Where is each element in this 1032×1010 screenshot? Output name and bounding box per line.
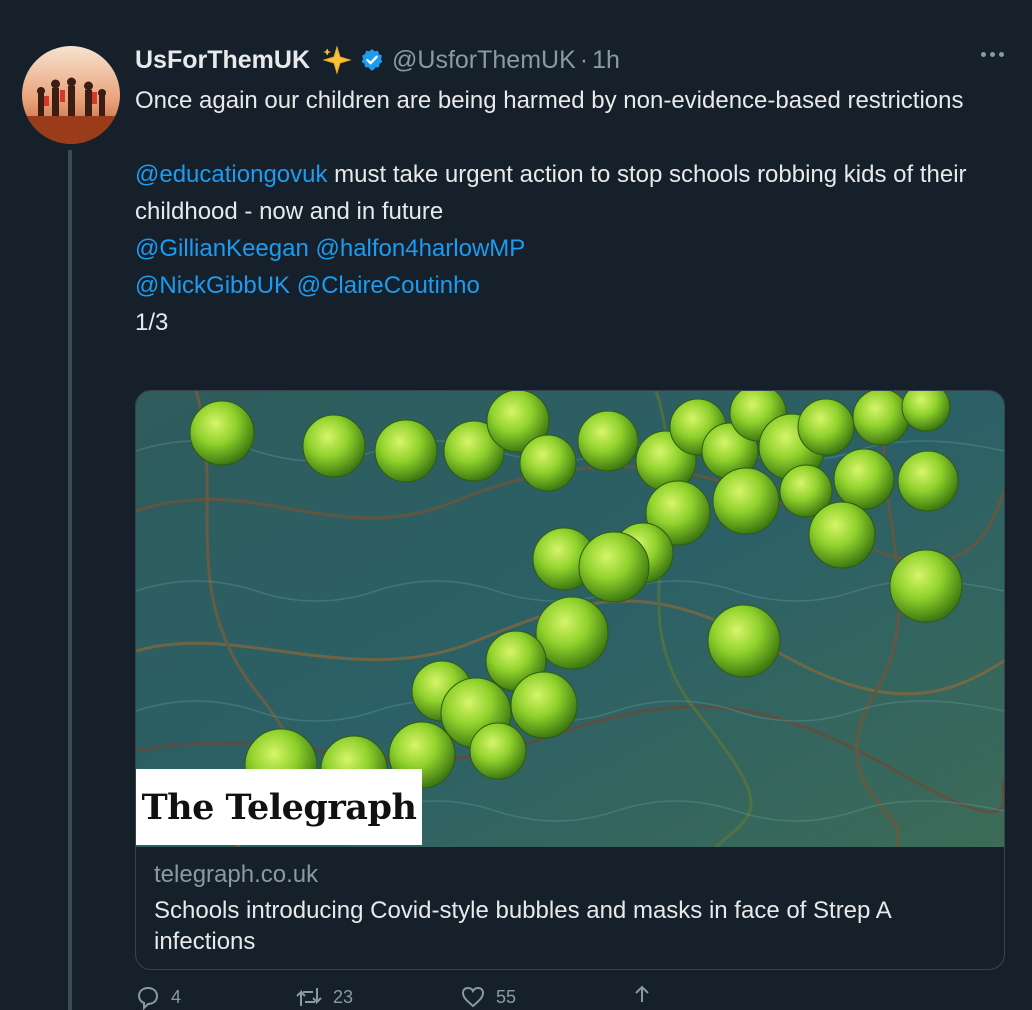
like-button[interactable]: 55 xyxy=(460,984,630,1010)
reply-button[interactable]: 4 xyxy=(135,984,295,1010)
handle[interactable]: @UsforThemUK xyxy=(392,46,576,75)
mention-halfon4harlowmp[interactable]: @halfon4harlowMP xyxy=(315,235,525,262)
tweet-header: UsForThemUK @UsforThemUK · 1h xyxy=(135,42,620,78)
tweet-line-1: Once again our children are being harmed… xyxy=(135,87,964,114)
link-card[interactable]: The Telegraph telegraph.co.uk Schools in… xyxy=(135,390,1005,970)
avatar[interactable] xyxy=(22,46,120,144)
mentions-line-1: @GillianKeegan @halfon4harlowMP xyxy=(135,230,1015,267)
thread-line xyxy=(68,150,72,1010)
retweet-count: 23 xyxy=(333,986,354,1007)
like-count: 55 xyxy=(496,986,517,1007)
avatar-image xyxy=(22,46,120,144)
heart-icon xyxy=(461,986,485,1008)
action-bar: 4 23 55 xyxy=(135,984,755,1010)
retweet-button[interactable]: 23 xyxy=(295,984,460,1010)
display-name[interactable]: UsForThemUK xyxy=(135,46,310,75)
verified-badge-icon[interactable] xyxy=(360,48,384,72)
mention-gilliankeegan[interactable]: @GillianKeegan xyxy=(135,235,309,262)
card-domain: telegraph.co.uk xyxy=(154,861,319,888)
more-options-icon[interactable] xyxy=(981,52,1004,57)
mention-educationgovuk[interactable]: @educationgovuk xyxy=(135,161,328,188)
tweet-line-2: @educationgovuk must take urgent action … xyxy=(135,156,1015,230)
timestamp[interactable]: 1h xyxy=(592,46,620,75)
reply-icon xyxy=(137,986,159,1010)
mention-nickgibbuk[interactable]: @NickGibbUK xyxy=(135,272,290,299)
reply-count: 4 xyxy=(171,986,182,1007)
thread-count: 1/3 xyxy=(135,309,169,336)
mention-clairecoutinho[interactable]: @ClaireCoutinho xyxy=(297,272,480,299)
share-icon xyxy=(635,985,649,1002)
tweet-text: Once again our children are being harmed… xyxy=(135,82,1015,341)
sparkle-star-icon xyxy=(322,45,352,75)
separator-dot: · xyxy=(579,45,589,74)
retweet-icon xyxy=(296,988,322,1006)
card-title: Schools introducing Covid-style bubbles … xyxy=(154,897,891,955)
telegraph-logo: The Telegraph xyxy=(136,769,422,845)
share-button[interactable] xyxy=(630,984,654,1010)
mentions-line-2: @NickGibbUK @ClaireCoutinho xyxy=(135,267,1015,304)
